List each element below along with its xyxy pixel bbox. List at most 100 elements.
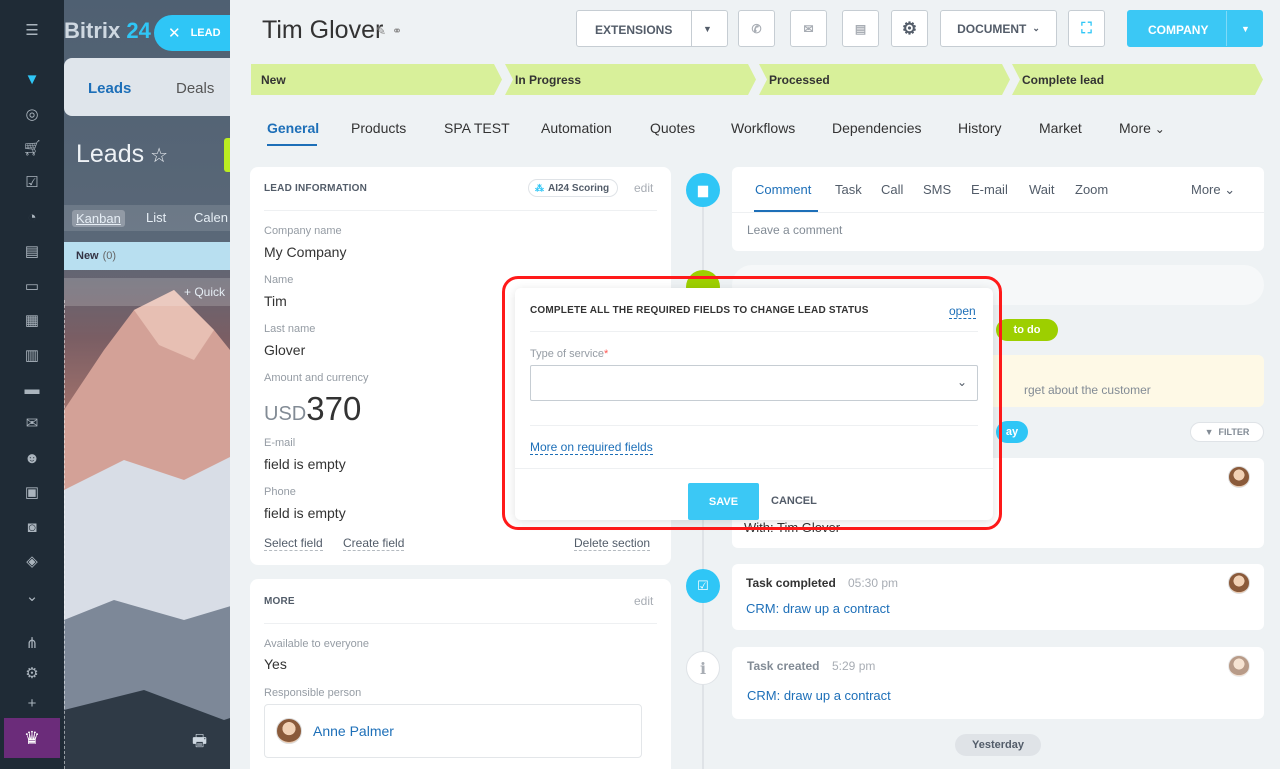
event-link[interactable]: CRM: draw up a contract — [746, 601, 890, 616]
tab-workflows[interactable]: Workflows — [731, 120, 795, 136]
comment-input[interactable]: Leave a comment — [747, 223, 842, 237]
scan-icon: ⛶ — [1081, 20, 1092, 37]
feed-icon[interactable]: ▤ — [18, 238, 46, 264]
robot-icon[interactable]: ◙ — [18, 514, 46, 540]
crown-icon[interactable]: ♛ — [4, 718, 60, 758]
pencil-icon[interactable]: ✎ — [376, 24, 386, 38]
tab-zoom[interactable]: Zoom — [1075, 182, 1108, 197]
cancel-button[interactable]: CANCEL — [771, 495, 817, 507]
document-icon[interactable]: ▥ — [18, 342, 46, 368]
field-value[interactable]: field is empty — [264, 456, 346, 472]
calendar-icon[interactable]: ▦ — [18, 307, 46, 333]
lead-title: Tim Glover — [262, 16, 384, 44]
pie-icon[interactable]: ◔ — [18, 204, 46, 230]
tab-call[interactable]: Call — [881, 182, 903, 197]
view-calendar[interactable]: Calen — [194, 210, 228, 225]
tab-general[interactable]: General — [267, 120, 319, 136]
chat-icon[interactable]: ▭ — [18, 273, 46, 299]
view-list[interactable]: List — [146, 210, 166, 225]
company-button[interactable]: COMPANY ▼ — [1127, 10, 1263, 47]
save-button[interactable]: SAVE — [688, 483, 759, 520]
field-value[interactable]: Glover — [264, 342, 305, 358]
delete-section-link[interactable]: Delete section — [574, 536, 651, 551]
event-link[interactable]: CRM: draw up a contract — [747, 688, 891, 703]
stage-complete-lead[interactable]: Complete lead — [1012, 64, 1263, 95]
document-button[interactable]: DOCUMENT ⌄ — [940, 10, 1057, 47]
tab-deals[interactable]: Deals — [176, 80, 214, 97]
chevron-down-icon[interactable]: ▼ — [703, 24, 712, 34]
tab-leads[interactable]: Leads — [88, 80, 131, 97]
menu-icon[interactable]: ☰ — [18, 17, 46, 43]
mail-button[interactable]: ✉ — [790, 10, 827, 47]
stage-processed[interactable]: Processed — [759, 64, 1010, 95]
tab-dependencies[interactable]: Dependencies — [832, 120, 922, 136]
plus-icon[interactable]: + — [18, 690, 46, 716]
drive-icon[interactable]: ▬ — [18, 376, 46, 402]
checkbox-icon[interactable]: ☑ — [18, 169, 46, 195]
close-lead-button[interactable]: ✕ LEAD — [154, 15, 232, 51]
settings-icon[interactable]: ⚙ — [18, 660, 46, 686]
tab-quotes[interactable]: Quotes — [650, 120, 695, 136]
tab-task[interactable]: Task — [835, 182, 862, 197]
responsible-person[interactable]: Anne Palmer — [264, 704, 642, 758]
chevron-circle-icon[interactable]: ⌄ — [18, 583, 46, 609]
field-value[interactable]: Tim — [264, 293, 287, 309]
section-heading: MORE — [264, 596, 295, 607]
filter-icon[interactable]: ▼ — [18, 66, 46, 92]
link-icon[interactable]: ⚭ — [392, 24, 402, 38]
chat-button[interactable]: ▤ — [842, 10, 879, 47]
mountain-wallpaper — [64, 290, 230, 769]
field-label: Phone — [264, 486, 296, 498]
stage-in-progress[interactable]: In Progress — [505, 64, 756, 95]
tab-automation[interactable]: Automation — [541, 120, 612, 136]
chevron-down-icon[interactable]: ▼ — [1241, 24, 1250, 34]
chevron-down-icon: ⌄ — [956, 375, 967, 389]
box-icon[interactable]: ◈ — [18, 548, 46, 574]
kanban-column-header[interactable]: New (0) — [64, 242, 230, 270]
tab-products[interactable]: Products — [351, 120, 406, 136]
field-value[interactable]: field is empty — [264, 505, 346, 521]
phone-button[interactable]: ✆ — [738, 10, 775, 47]
create-field-link[interactable]: Create field — [343, 536, 405, 551]
avatar — [1228, 572, 1250, 594]
cart-icon[interactable]: 🛒︎ — [18, 135, 46, 161]
event-time: 5:29 pm — [832, 659, 876, 673]
tab-email[interactable]: E-mail — [971, 182, 1008, 197]
field-value[interactable]: My Company — [264, 244, 346, 260]
group-icon[interactable]: ☻ — [18, 445, 46, 471]
mail-icon[interactable]: ✉ — [18, 410, 46, 436]
extensions-button[interactable]: EXTENSIONS ▼ — [576, 10, 728, 47]
quick-add[interactable]: + Quick — [64, 278, 230, 306]
edit-link[interactable]: edit — [634, 594, 653, 608]
more-card: MORE edit Available to everyone Yes Resp… — [250, 579, 671, 769]
settings-button[interactable]: ⚙ — [891, 10, 928, 47]
open-link[interactable]: open — [949, 304, 976, 319]
tab-comment[interactable]: Comment — [755, 182, 811, 197]
type-of-service-select[interactable]: ⌄ — [530, 365, 978, 401]
ai-scoring-badge[interactable]: ⁂ AI24 Scoring — [528, 179, 619, 197]
tab-market[interactable]: Market — [1039, 120, 1082, 136]
tab-more[interactable]: More ⌄ — [1119, 120, 1165, 136]
scan-button[interactable]: ⛶ — [1068, 10, 1105, 47]
tab-history[interactable]: History — [958, 120, 1002, 136]
tab-wait[interactable]: Wait — [1029, 182, 1055, 197]
timeline-event: Task created 5:29 pm CRM: draw up a cont… — [732, 647, 1264, 719]
more-on-required-fields-link[interactable]: More on required fields — [530, 440, 653, 455]
contact-card-icon[interactable]: ▣ — [18, 479, 46, 505]
select-field-link[interactable]: Select field — [264, 536, 323, 551]
edit-link[interactable]: edit — [634, 181, 653, 195]
printer-icon[interactable]: 🖶︎ — [192, 730, 207, 757]
target-icon[interactable]: ◎ — [18, 101, 46, 127]
filter-button[interactable]: ▼ FILTER — [1190, 422, 1264, 442]
amount-value[interactable]: USD370 — [264, 390, 361, 428]
tab-more[interactable]: More ⌄ — [1191, 182, 1235, 198]
tab-spa-test[interactable]: SPA TEST — [444, 120, 510, 136]
stage-new[interactable]: New — [251, 64, 502, 95]
field-value[interactable]: Yes — [264, 656, 287, 672]
divider — [515, 468, 993, 469]
view-kanban[interactable]: Kanban — [72, 210, 125, 227]
sitemap-icon[interactable]: ⋔ — [18, 630, 46, 656]
tab-sms[interactable]: SMS — [923, 182, 951, 197]
star-icon[interactable]: ☆ — [150, 145, 168, 167]
responsible-name[interactable]: Anne Palmer — [313, 723, 394, 739]
